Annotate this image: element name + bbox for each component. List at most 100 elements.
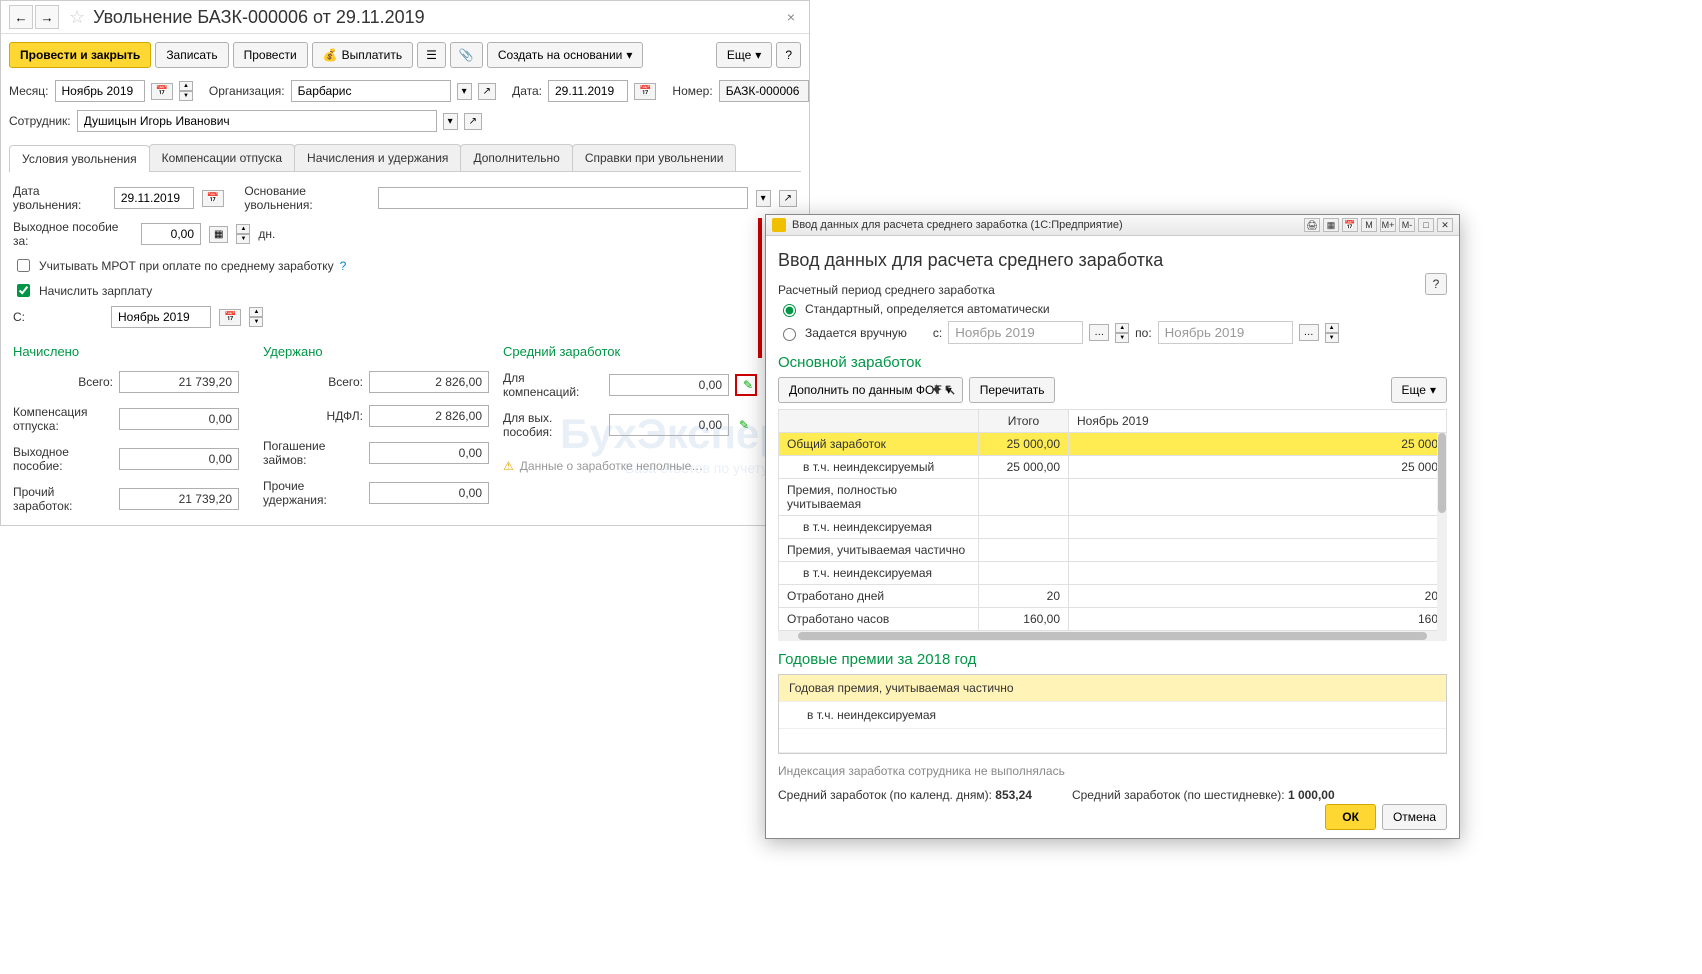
- tab-conditions[interactable]: Условия увольнения: [9, 145, 150, 172]
- dialog-help-button[interactable]: ?: [1425, 273, 1447, 295]
- sys-close-icon[interactable]: ✕: [1437, 218, 1453, 232]
- dismiss-date-field[interactable]: [114, 187, 194, 209]
- basis-field[interactable]: [378, 187, 747, 209]
- table-row[interactable]: в т.ч. неиндексируемая: [779, 516, 1447, 539]
- sev-down[interactable]: ▼: [236, 234, 250, 244]
- earnings-table-wrap: Итого Ноябрь 2019 Общий заработок25 000,…: [778, 409, 1447, 641]
- date-calendar-icon[interactable]: 📅: [634, 83, 656, 100]
- annual-table[interactable]: Годовая премия, учитываемая частично в т…: [778, 674, 1447, 754]
- radio-auto[interactable]: [783, 304, 796, 317]
- table-more-button[interactable]: Еще ▾: [1391, 377, 1447, 403]
- help-button[interactable]: ?: [776, 42, 801, 68]
- table-row[interactable]: Премия, полностью учитываемая: [779, 479, 1447, 516]
- annual-row-empty: [779, 729, 1446, 753]
- edit-comp-button[interactable]: ✎: [735, 374, 757, 396]
- from-calendar-icon[interactable]: 📅: [219, 309, 241, 326]
- employee-label: Сотрудник:: [9, 114, 71, 128]
- refresh-button[interactable]: Перечитать: [969, 377, 1056, 403]
- show-button[interactable]: ☰: [417, 42, 446, 68]
- from-label: С:: [13, 310, 103, 324]
- month-up[interactable]: ▲: [179, 81, 193, 91]
- period-from-btn[interactable]: …: [1089, 324, 1109, 341]
- post-button[interactable]: Провести: [233, 42, 308, 68]
- period-to-btn[interactable]: …: [1299, 324, 1319, 341]
- fill-fot-button[interactable]: Дополнить по данным ФОТ ▾: [778, 377, 963, 403]
- favorite-icon[interactable]: ☆: [69, 7, 85, 28]
- annual-row-2[interactable]: в т.ч. неиндексируемая: [779, 702, 1446, 729]
- table-row[interactable]: Общий заработок25 000,0025 000: [779, 433, 1447, 456]
- org-dropdown-icon[interactable]: ▾: [457, 83, 472, 100]
- annual-row-1[interactable]: Годовая премия, учитываемая частично: [779, 675, 1446, 702]
- severance-for-field[interactable]: [141, 223, 201, 245]
- attach-button[interactable]: 📎: [450, 42, 483, 68]
- scrollbar-horizontal[interactable]: [778, 631, 1447, 641]
- sys-print-icon[interactable]: 🖨: [1304, 218, 1320, 232]
- avg-six: Средний заработок (по шестидневке): 1 00…: [1072, 788, 1335, 802]
- month-down[interactable]: ▼: [179, 91, 193, 101]
- fill-fot-label: Дополнить по данным ФОТ: [789, 383, 942, 397]
- basis-open-icon[interactable]: ↗: [779, 190, 797, 207]
- pf-down[interactable]: ▼: [1115, 333, 1129, 343]
- write-button[interactable]: Записать: [155, 42, 228, 68]
- table-row[interactable]: Отработано часов160,00160: [779, 608, 1447, 631]
- forward-button[interactable]: →: [35, 5, 59, 29]
- pt-down[interactable]: ▼: [1325, 333, 1339, 343]
- basis-dropdown-icon[interactable]: ▾: [756, 190, 771, 207]
- create-based-button[interactable]: Создать на основании ▾: [487, 42, 644, 68]
- sys-calc-icon[interactable]: ▦: [1323, 218, 1339, 232]
- back-button[interactable]: ←: [9, 5, 33, 29]
- sys-m-minus[interactable]: M-: [1399, 218, 1415, 232]
- table-row[interactable]: в т.ч. неиндексируемый25 000,0025 000: [779, 456, 1447, 479]
- dismiss-date-calendar-icon[interactable]: 📅: [202, 190, 224, 207]
- tab-additional[interactable]: Дополнительно: [460, 144, 572, 171]
- period-to-field[interactable]: [1158, 321, 1293, 344]
- from-up[interactable]: ▲: [249, 307, 263, 317]
- scrollbar-vertical[interactable]: [1437, 433, 1447, 631]
- mrot-help-icon[interactable]: ?: [340, 259, 347, 273]
- tab-compensations[interactable]: Компенсации отпуска: [149, 144, 295, 171]
- severance-label: Выходное пособие:: [13, 445, 113, 473]
- sys-cal-icon[interactable]: 📅: [1342, 218, 1358, 232]
- post-close-button[interactable]: Провести и закрыть: [9, 42, 151, 68]
- month-calendar-icon[interactable]: 📅: [151, 83, 173, 100]
- cancel-button[interactable]: Отмена: [1382, 804, 1447, 830]
- edit-sev-button[interactable]: ✎: [739, 418, 749, 432]
- severance-calc-icon[interactable]: ▦: [209, 226, 228, 243]
- for-sev: 0,00: [609, 414, 729, 436]
- sys-max-icon[interactable]: □: [1418, 218, 1434, 232]
- table-row[interactable]: в т.ч. неиндексируемая: [779, 562, 1447, 585]
- table-row[interactable]: Отработано дней2020: [779, 585, 1447, 608]
- org-field[interactable]: [291, 80, 451, 102]
- radio-manual[interactable]: [783, 328, 796, 341]
- accrue-checkbox[interactable]: [17, 284, 30, 297]
- from-down[interactable]: ▼: [249, 317, 263, 327]
- month-field[interactable]: [55, 80, 145, 102]
- withheld-header: Удержано: [263, 344, 503, 359]
- tab-accruals[interactable]: Начисления и удержания: [294, 144, 461, 171]
- dialog-titlebar: Ввод данных для расчета среднего заработ…: [766, 215, 1459, 236]
- basis-label: Основание увольнения:: [244, 184, 370, 212]
- org-open-icon[interactable]: ↗: [478, 83, 496, 100]
- from-month-field[interactable]: [111, 306, 211, 328]
- other-hold: 0,00: [369, 482, 489, 504]
- tab-references[interactable]: Справки при увольнении: [572, 144, 737, 171]
- ok-button[interactable]: ОК: [1325, 804, 1376, 830]
- more-button[interactable]: Еще ▾: [716, 42, 772, 68]
- employee-open-icon[interactable]: ↗: [464, 113, 482, 130]
- employee-field[interactable]: [77, 110, 437, 132]
- sys-m[interactable]: M: [1361, 218, 1377, 232]
- employee-dropdown-icon[interactable]: ▾: [443, 113, 458, 130]
- sev-up[interactable]: ▲: [236, 224, 250, 234]
- close-icon[interactable]: ×: [781, 9, 801, 25]
- pf-up[interactable]: ▲: [1115, 323, 1129, 333]
- pay-button[interactable]: 💰Выплатить: [312, 42, 413, 68]
- period-from-field[interactable]: [948, 321, 1083, 344]
- toolbar: Провести и закрыть Записать Провести 💰Вы…: [1, 34, 809, 76]
- table-row[interactable]: Премия, учитываемая частично: [779, 539, 1447, 562]
- date-field[interactable]: [548, 80, 628, 102]
- mrot-checkbox[interactable]: [17, 259, 30, 272]
- pt-up[interactable]: ▲: [1325, 323, 1339, 333]
- indexation-info: Индексация заработка сотрудника не выпол…: [778, 764, 1447, 778]
- earnings-table[interactable]: Итого Ноябрь 2019 Общий заработок25 000,…: [778, 409, 1447, 631]
- sys-m-plus[interactable]: M+: [1380, 218, 1396, 232]
